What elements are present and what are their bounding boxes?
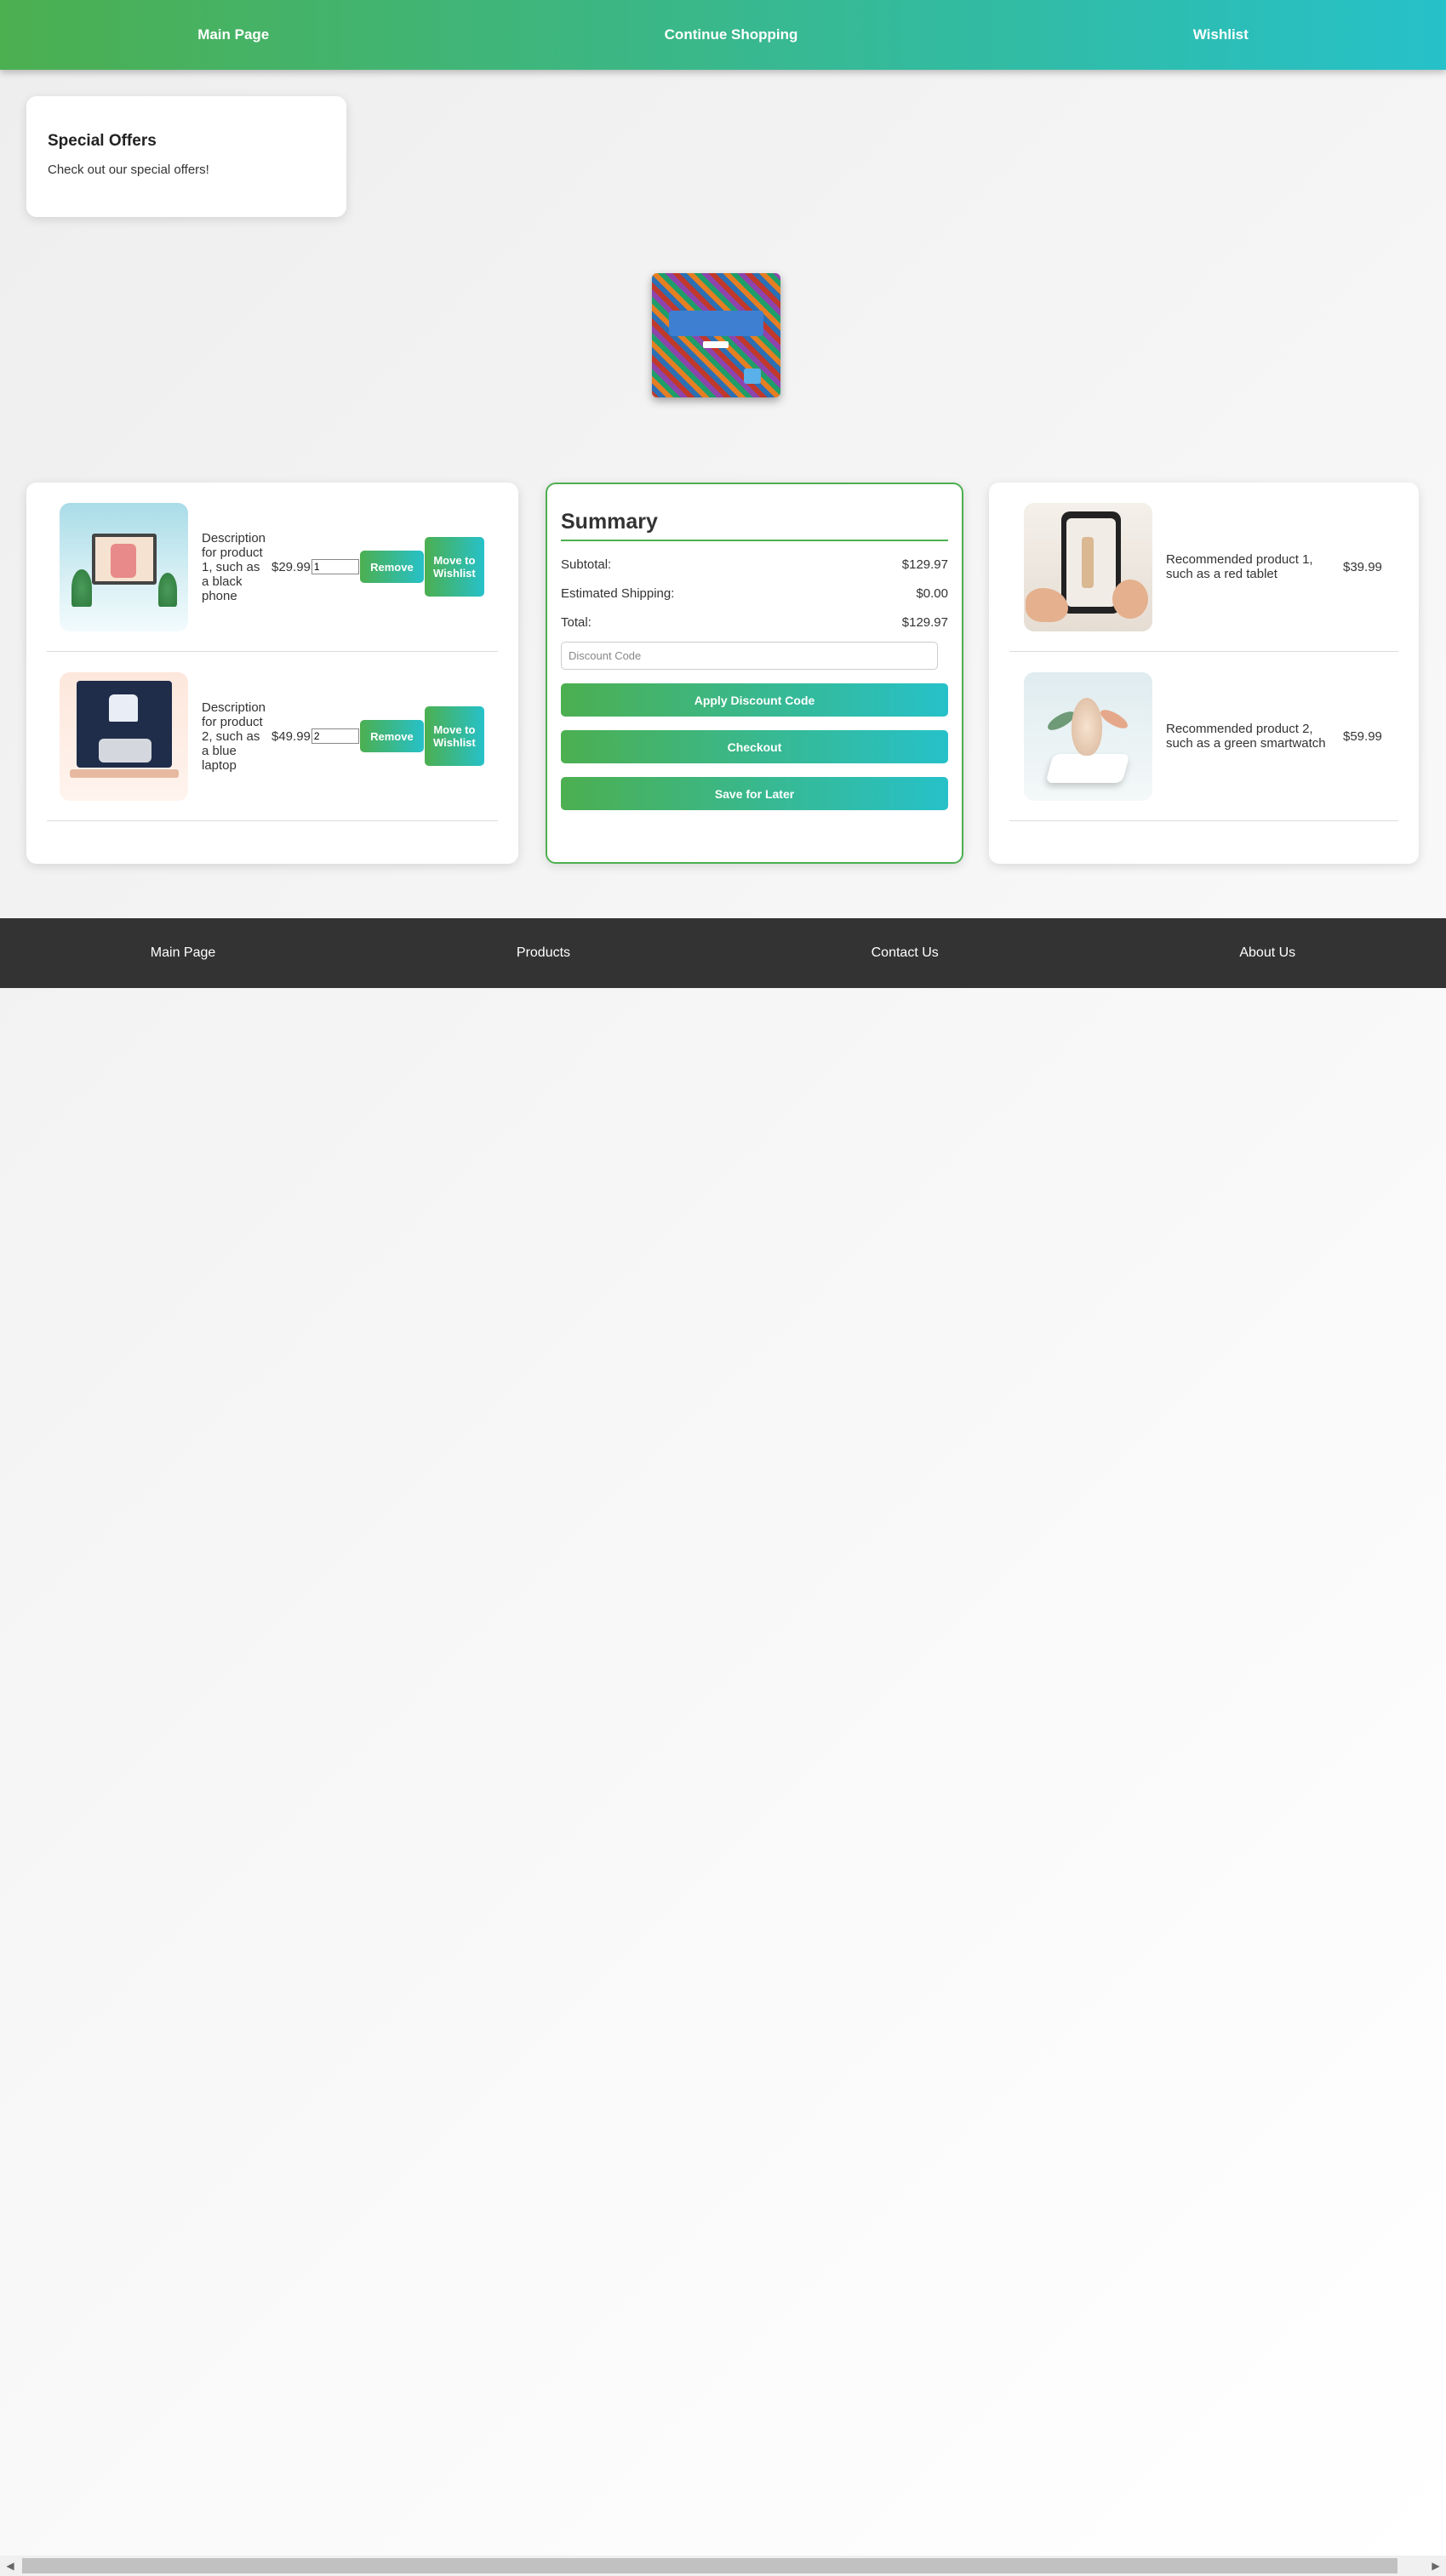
- remove-button[interactable]: Remove: [359, 551, 424, 583]
- footer-contact-us-link[interactable]: Contact Us: [872, 945, 939, 961]
- recommended-panel: Recommended product 1, such as a red tab…: [989, 483, 1419, 864]
- cart-item: Description for product 2, such as a blu…: [47, 652, 498, 821]
- recommended-description: Recommended product 2, such as a green s…: [1166, 722, 1326, 751]
- shirt-shape: [109, 694, 138, 722]
- recommended-item: Recommended product 2, such as a green s…: [1009, 652, 1398, 821]
- banner-headline-box: [669, 311, 763, 336]
- subtotal-label: Subtotal:: [561, 557, 612, 572]
- hand-shape: [1112, 579, 1148, 619]
- cart-item-price: $29.99: [271, 559, 311, 574]
- cart-panel: Description for product 1, such as a bla…: [26, 483, 518, 864]
- banner-tag-shape: [744, 368, 761, 384]
- move-to-wishlist-button[interactable]: Move to Wishlist: [424, 537, 484, 597]
- total-label: Total:: [561, 614, 592, 630]
- recommended-price: $59.99: [1343, 728, 1382, 744]
- cart-item: Description for product 1, such as a bla…: [47, 483, 498, 652]
- base-shape: [70, 768, 179, 778]
- scrollbar-thumb[interactable]: [22, 2558, 1397, 2573]
- shipping-row: Estimated Shipping: $0.00: [561, 579, 948, 608]
- recommended-price: $39.99: [1343, 559, 1382, 574]
- remove-button[interactable]: Remove: [359, 720, 424, 752]
- summary-title: Summary: [561, 510, 948, 541]
- nav-wishlist-link[interactable]: Wishlist: [1193, 26, 1249, 43]
- quantity-input[interactable]: [311, 559, 359, 574]
- special-offers-title: Special Offers: [48, 132, 157, 150]
- nav-main-page-link[interactable]: Main Page: [197, 26, 269, 43]
- sofa-shape: [99, 738, 151, 763]
- plant-shape: [71, 568, 92, 607]
- shipping-label: Estimated Shipping:: [561, 585, 675, 601]
- quantity-input[interactable]: [311, 728, 359, 744]
- total-row: Total: $129.97: [561, 608, 948, 637]
- recommended-product-1-image[interactable]: [1024, 502, 1152, 631]
- footer-products-link[interactable]: Products: [517, 945, 570, 961]
- footer-main-page-link[interactable]: Main Page: [151, 945, 216, 961]
- product-shape: [111, 543, 136, 578]
- bottle-shape: [1082, 536, 1094, 588]
- recommended-description: Recommended product 1, such as a red tab…: [1166, 552, 1313, 581]
- cart-item-description: Description for product 1, such as a bla…: [202, 530, 266, 603]
- scroll-left-icon[interactable]: ◀: [0, 2556, 20, 2576]
- move-to-wishlist-button[interactable]: Move to Wishlist: [424, 706, 484, 766]
- horizontal-scrollbar[interactable]: ◀ ▶: [0, 2556, 1446, 2576]
- special-offers-text: Check out our special offers!: [48, 163, 209, 177]
- banner-button-shape: [703, 341, 729, 348]
- cart-item-price: $49.99: [271, 728, 311, 744]
- discount-code-input[interactable]: [561, 642, 938, 670]
- nav-continue-shopping-link[interactable]: Continue Shopping: [665, 26, 798, 43]
- recommended-item: Recommended product 1, such as a red tab…: [1009, 483, 1398, 652]
- special-offers-card: Special Offers Check out our special off…: [26, 96, 346, 217]
- top-navigation: Main Page Continue Shopping Wishlist: [0, 0, 1446, 70]
- base-shape: [1045, 753, 1130, 783]
- summary-panel: Summary Subtotal: $129.97 Estimated Ship…: [546, 483, 963, 864]
- recommended-product-2-image[interactable]: [1024, 671, 1152, 801]
- total-value: $129.97: [901, 614, 948, 630]
- cart-item-description: Description for product 2, such as a blu…: [202, 700, 266, 773]
- footer: Main Page Products Contact Us About Us: [0, 918, 1446, 988]
- checkout-button[interactable]: Checkout: [561, 730, 948, 763]
- apply-discount-button[interactable]: Apply Discount Code: [561, 683, 948, 717]
- footer-about-us-link[interactable]: About Us: [1239, 945, 1295, 961]
- shipping-value: $0.00: [916, 585, 948, 601]
- product-2-image[interactable]: [60, 671, 188, 801]
- save-for-later-button[interactable]: Save for Later: [561, 777, 948, 810]
- subtotal-value: $129.97: [901, 557, 948, 572]
- promo-banner-image[interactable]: [652, 273, 780, 397]
- scroll-right-icon[interactable]: ▶: [1426, 2556, 1446, 2576]
- plant-shape: [158, 572, 177, 607]
- product-1-image[interactable]: [60, 502, 188, 631]
- subtotal-row: Subtotal: $129.97: [561, 550, 948, 579]
- petal-shape: [1072, 697, 1102, 756]
- leaf-shape: [1097, 705, 1131, 732]
